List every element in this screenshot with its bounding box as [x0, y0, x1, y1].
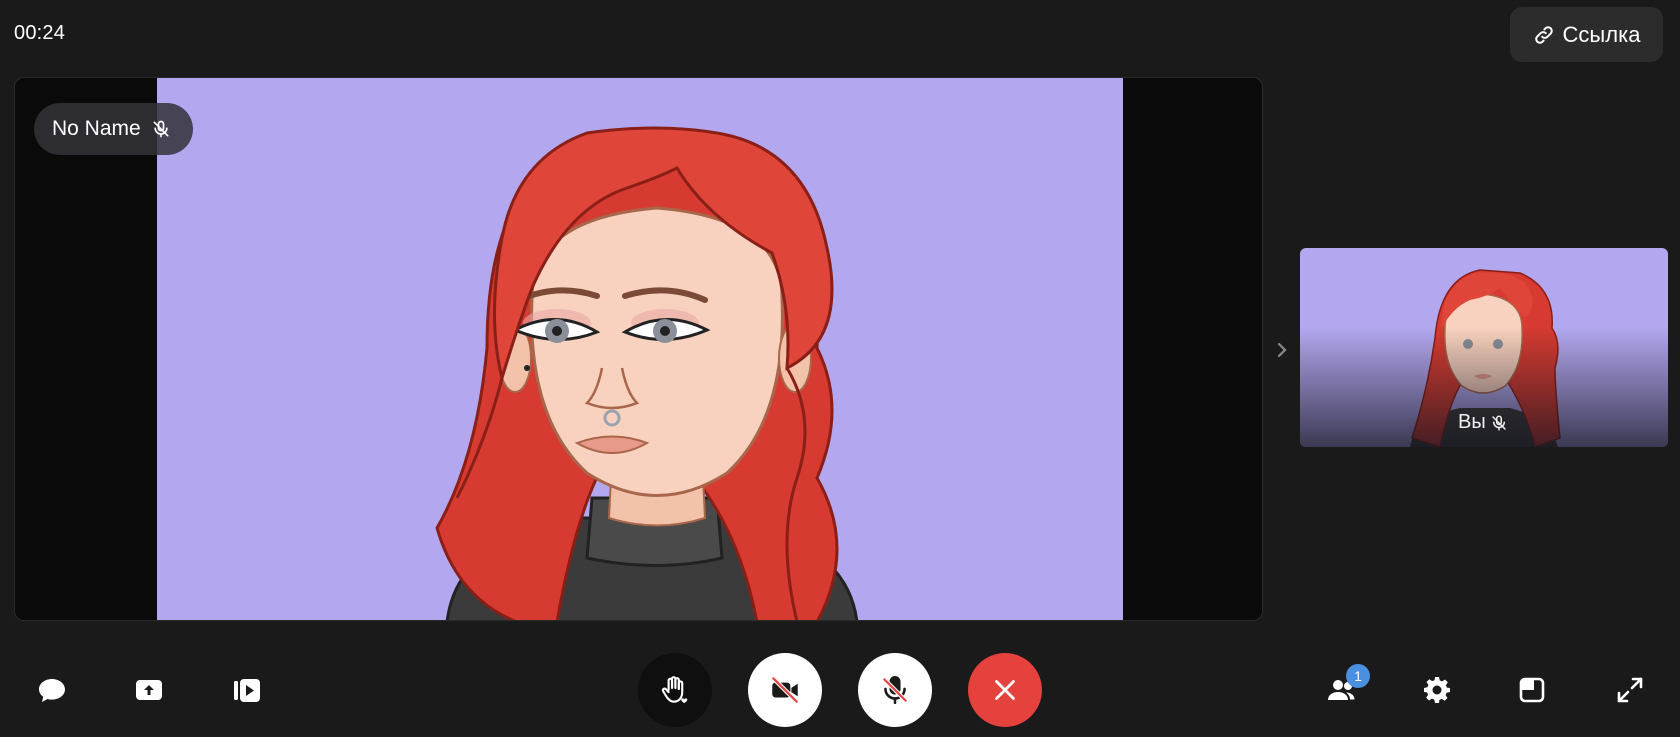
- mic-muted-icon: [1491, 415, 1506, 430]
- mic-off-icon: [882, 675, 908, 705]
- media-icon: [234, 679, 260, 702]
- end-call-button[interactable]: [968, 653, 1042, 727]
- mic-toggle-button[interactable]: [858, 653, 932, 727]
- fullscreen-button[interactable]: [1607, 667, 1653, 713]
- participant-name: No Name: [52, 117, 141, 140]
- chevron-right-icon: [1277, 342, 1287, 358]
- mic-muted-icon: [153, 120, 169, 138]
- chat-icon: [39, 679, 65, 702]
- settings-button[interactable]: [1414, 667, 1460, 713]
- call-timer: 00:24: [14, 22, 66, 44]
- screen-share-icon: [136, 680, 162, 700]
- self-view-tile[interactable]: Вы: [1300, 248, 1668, 447]
- participant-name-pill: No Name: [34, 103, 193, 155]
- raise-hand-icon: [661, 676, 688, 704]
- expand-icon: [1617, 677, 1643, 703]
- layout-icon: [1519, 677, 1545, 703]
- copy-link-label: Ссылка: [1562, 21, 1641, 47]
- participant-video: [157, 78, 1123, 620]
- avatar-illustration: [435, 126, 859, 620]
- camera-off-icon: [771, 676, 799, 704]
- layout-button[interactable]: [1509, 667, 1555, 713]
- camera-toggle-button[interactable]: [748, 653, 822, 727]
- screen-share-button[interactable]: [126, 667, 172, 713]
- self-name: Вы: [1458, 411, 1486, 433]
- chat-button[interactable]: [29, 667, 75, 713]
- media-button[interactable]: [224, 667, 270, 713]
- gear-icon: [1424, 677, 1450, 703]
- raise-hand-button[interactable]: [638, 653, 712, 727]
- main-video-tile[interactable]: No Name: [14, 77, 1263, 621]
- end-call-icon: [995, 680, 1015, 700]
- self-label: Вы: [1458, 411, 1508, 434]
- copy-link-button[interactable]: Ссылка: [1510, 7, 1663, 62]
- link-icon: [1534, 25, 1553, 44]
- participants-count-badge: 1: [1346, 664, 1370, 688]
- toggle-sidebar-button[interactable]: [1272, 338, 1292, 362]
